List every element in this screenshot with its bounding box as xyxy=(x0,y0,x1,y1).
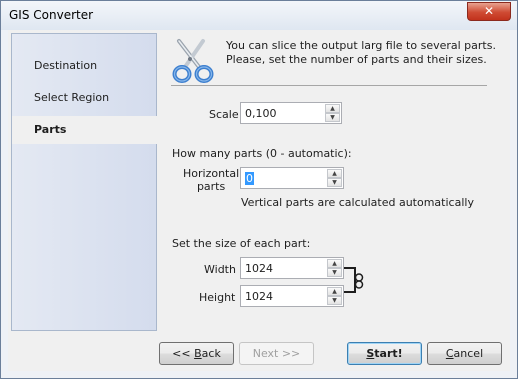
chevron-up-icon[interactable]: ▲ xyxy=(325,104,340,113)
parts-panel: You can slice the output larg file to se… xyxy=(165,33,505,331)
part-size-label: Set the size of each part: xyxy=(172,237,311,250)
how-many-parts-label: How many parts (0 - automatic): xyxy=(172,147,352,160)
next-button[interactable]: Next >> xyxy=(239,342,314,365)
horizontal-parts-spinbox[interactable]: 0 ▲ ▼ xyxy=(240,167,344,189)
divider xyxy=(171,85,487,86)
close-icon: ✕ xyxy=(483,4,495,18)
scissors-icon xyxy=(172,39,214,83)
intro-line-1: You can slice the output larg file to se… xyxy=(226,39,496,52)
chevron-up-icon[interactable]: ▲ xyxy=(327,287,342,296)
back-button[interactable]: << Back xyxy=(159,342,234,365)
scale-label: Scale xyxy=(209,108,239,121)
window-title: GIS Converter xyxy=(9,8,94,22)
title-bar[interactable]: GIS Converter ✕ xyxy=(1,1,517,30)
intro-line-2: Please, set the number of parts and thei… xyxy=(226,53,487,66)
wizard-body: Destination Select Region Parts You can … xyxy=(8,30,510,371)
height-value: 1024 xyxy=(245,290,273,303)
vertical-parts-note: Vertical parts are calculated automatica… xyxy=(241,196,474,209)
width-spinbox[interactable]: 1024 ▲ ▼ xyxy=(240,257,344,279)
intro-text: You can slice the output larg file to se… xyxy=(226,39,496,67)
horizontal-parts-value: 0 xyxy=(245,172,254,185)
scale-spinbox[interactable]: 0,100 ▲ ▼ xyxy=(240,102,342,124)
gis-converter-window: GIS Converter ✕ Destination Select Regio… xyxy=(0,0,518,379)
height-spinbox[interactable]: 1024 ▲ ▼ xyxy=(240,285,344,307)
sidebar-item-label: Parts xyxy=(34,123,67,136)
width-label: Width xyxy=(204,263,236,276)
height-label: Height xyxy=(199,291,236,304)
chevron-up-icon[interactable]: ▲ xyxy=(327,169,342,178)
chevron-down-icon[interactable]: ▼ xyxy=(327,178,342,187)
sidebar-item-label: Select Region xyxy=(34,91,110,104)
start-button[interactable]: Start! xyxy=(347,342,422,365)
sidebar-item-select-region[interactable]: Select Region xyxy=(12,84,157,112)
close-button[interactable]: ✕ xyxy=(467,2,511,21)
cancel-button[interactable]: Cancel xyxy=(427,342,502,365)
chevron-down-icon[interactable]: ▼ xyxy=(327,296,342,305)
horizontal-parts-label: Horizontal parts xyxy=(183,167,240,193)
chain-link-icon[interactable] xyxy=(354,273,364,289)
chevron-up-icon[interactable]: ▲ xyxy=(327,259,342,268)
chevron-down-icon[interactable]: ▼ xyxy=(327,268,342,277)
scale-value: 0,100 xyxy=(245,107,277,120)
wizard-steps-sidebar: Destination Select Region Parts xyxy=(11,33,157,331)
width-value: 1024 xyxy=(245,262,273,275)
chevron-down-icon[interactable]: ▼ xyxy=(325,113,340,122)
sidebar-item-parts[interactable]: Parts xyxy=(12,116,157,144)
sidebar-item-label: Destination xyxy=(34,59,98,72)
sidebar-item-destination[interactable]: Destination xyxy=(12,52,157,80)
